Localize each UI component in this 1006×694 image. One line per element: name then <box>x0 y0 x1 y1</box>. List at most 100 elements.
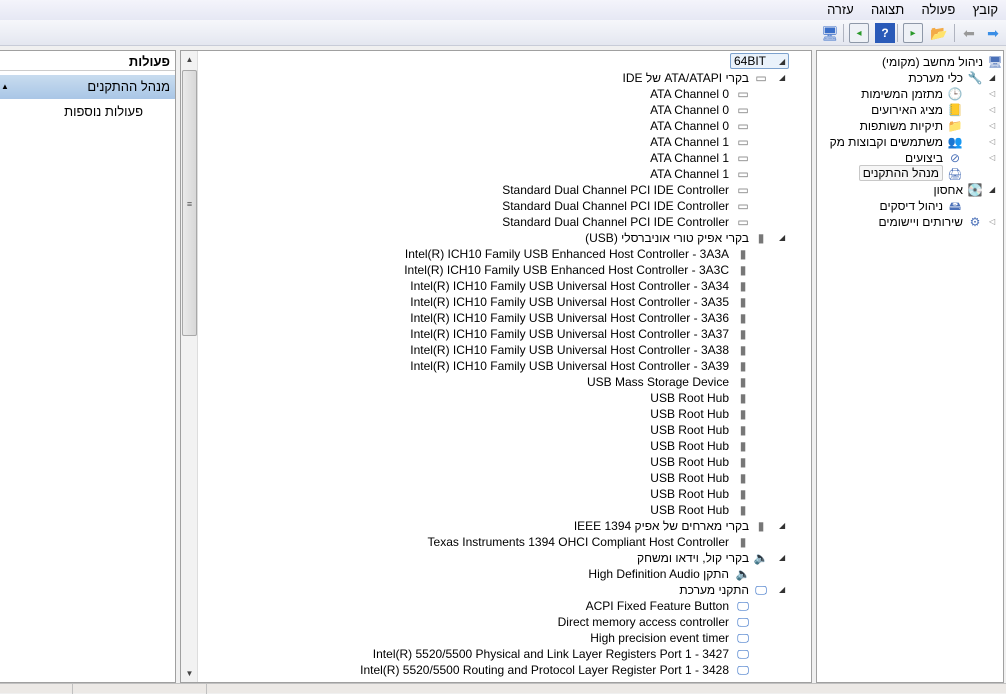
menu-view[interactable]: תצוגה <box>865 0 910 17</box>
forward-arrow-icon[interactable]: ⬅ <box>959 23 979 43</box>
device-item[interactable]: 🖵 Intel(R) 5520/5500 Physical and Link La… <box>201 646 811 662</box>
expander-open-icon[interactable]: ◢ <box>989 70 995 86</box>
device-item[interactable]: ▭ Standard Dual Channel PCI IDE Controlle… <box>201 198 811 214</box>
device-item[interactable]: ▭ ATA Channel 0 <box>201 118 811 134</box>
usb-icon: ▮ <box>739 439 747 453</box>
device-item[interactable]: ▮ Intel(R) ICH10 Family USB Universal Hos… <box>201 310 811 326</box>
device-item[interactable]: ▮ בקרי מארחים של אפיק IEEE 1394 ◢ <box>201 518 811 534</box>
scroll-down-arrow-icon[interactable]: ▼ <box>181 665 198 682</box>
device-item[interactable]: ▭ ATA Channel 0 <box>201 102 811 118</box>
device-item[interactable]: 🖳64BIT◢ <box>201 53 811 70</box>
expander-open-icon[interactable]: ◢ <box>779 70 785 86</box>
expander-open-icon[interactable]: ◢ <box>779 518 785 534</box>
device-item[interactable]: 🖵 Intel(R) 5520/5500 Routing and Protocol… <box>201 662 811 678</box>
device-item[interactable]: ▮ USB Root Hub <box>201 454 811 470</box>
device-item[interactable]: ▮ USB Root Hub <box>201 470 811 486</box>
nav-item[interactable]: 🖨 מנהל ההתקנים <box>817 165 1003 182</box>
device-item[interactable]: ▮ Intel(R) ICH10 Family USB Universal Hos… <box>201 294 811 310</box>
show-hide-action-pane-icon[interactable]: ◂ <box>849 23 869 43</box>
device-item[interactable]: 🔈 בקרי קול, וידאו ומשחק ◢ <box>201 550 811 566</box>
actions-section-device-manager[interactable]: מנהל ההתקנים ▲ <box>0 75 175 99</box>
device-item[interactable]: ▭ ATA Channel 0 <box>201 86 811 102</box>
nav-item[interactable]: 🕒 מתזמן המשימות ◁ <box>817 86 1003 102</box>
scroll-up-arrow-icon[interactable]: ▲ <box>181 51 198 68</box>
nav-item[interactable]: 📒 מציג האירועים ◁ <box>817 102 1003 118</box>
device-item[interactable]: ▮ Intel(R) ICH10 Family USB Universal Hos… <box>201 326 811 342</box>
device-label: Intel(R) 5520/5500 Routing and Protocol … <box>360 663 729 677</box>
device-item[interactable]: ▮ USB Root Hub <box>201 422 811 438</box>
device-label: Intel(R) ICH10 Family USB Universal Host… <box>410 279 729 293</box>
usb-icon: ▮ <box>739 375 747 389</box>
device-item[interactable]: 🖵 Direct memory access controller <box>201 614 811 630</box>
device-item[interactable]: 🔈 התקן High Definition Audio <box>201 566 811 582</box>
nav-item[interactable]: ⊘ ביצועים ◁ <box>817 150 1003 166</box>
device-item[interactable]: ▮ USB Root Hub <box>201 390 811 406</box>
device-tree: 🖳64BIT◢▭בקרי ATA/ATAPI של IDE◢▭ATA Chann… <box>180 50 812 683</box>
device-item[interactable]: ▮ Texas Instruments 1394 OHCI Compliant H… <box>201 534 811 550</box>
nav-item[interactable]: 📁 תיקיות משותפות ◁ <box>817 118 1003 134</box>
device-item[interactable]: ▮ בקרי אפיק טורי אוניברסלי (USB) ◢ <box>201 230 811 246</box>
expander-closed-icon[interactable]: ◁ <box>989 134 995 150</box>
device-item[interactable]: 🖵 High precision event timer <box>201 630 811 646</box>
device-item[interactable]: ▭ Standard Dual Channel PCI IDE Controlle… <box>201 214 811 230</box>
device-item[interactable]: ▮ USB Root Hub <box>201 438 811 454</box>
device-item[interactable]: ▮ USB Root Hub <box>201 406 811 422</box>
device-label: Intel(R) 5520/5500 Physical and Link Lay… <box>372 647 729 661</box>
device-item[interactable]: ▮ Intel(R) ICH10 Family USB Enhanced Host… <box>201 262 811 278</box>
device-item[interactable]: ▭ Standard Dual Channel PCI IDE Controlle… <box>201 182 811 198</box>
device-item[interactable]: 🖵 התקני מערכת ◢ <box>201 582 811 598</box>
expander-closed-icon[interactable]: ◁ <box>989 214 995 230</box>
device-item[interactable]: ▭ ATA Channel 1 <box>201 134 811 150</box>
expander-open-icon[interactable]: ◢ <box>779 54 785 70</box>
device-item[interactable]: ▮ Intel(R) ICH10 Family USB Universal Hos… <box>201 278 811 294</box>
scan-hardware-icon[interactable]: 🖥 <box>820 23 840 43</box>
usb-icon: ▮ <box>739 247 747 261</box>
users-icon: 👥 <box>947 135 963 149</box>
device-item[interactable]: ▭ ATA Channel 1 <box>201 166 811 182</box>
device-item[interactable]: ▮ Intel(R) ICH10 Family USB Universal Hos… <box>201 342 811 358</box>
nav-item[interactable]: 🔧 כלי מערכת ◢ <box>817 70 1003 86</box>
expander-open-icon[interactable]: ◢ <box>779 230 785 246</box>
menu-help[interactable]: עזרה <box>821 0 860 17</box>
nav-item[interactable]: 💽 אחסון ◢ <box>817 182 1003 198</box>
device-item[interactable]: 🖵 ACPI Fixed Feature Button <box>201 598 811 614</box>
menu-file[interactable]: קובץ <box>967 0 1004 17</box>
collapse-icon[interactable]: ▲ <box>1 75 9 99</box>
device-item[interactable]: ▮ USB Root Hub <box>201 486 811 502</box>
nav-item-label: מתזמן המשימות <box>861 87 943 101</box>
usb-icon: ▮ <box>739 391 747 405</box>
device-label: Intel(R) ICH10 Family USB Enhanced Host … <box>404 247 729 261</box>
expander-closed-icon[interactable]: ◁ <box>989 102 995 118</box>
nav-item[interactable]: 🖥 ניהול מחשב (מקומי) <box>817 54 1003 70</box>
speaker-icon: 🔈 <box>735 567 751 581</box>
device-item[interactable]: ▮ USB Root Hub <box>201 502 811 518</box>
nav-item[interactable]: ⚙ שירותים ויישומים ◁ <box>817 214 1003 230</box>
scroll-thumb[interactable]: ≡ <box>182 70 197 336</box>
device-item[interactable]: ▮ USB Mass Storage Device <box>201 374 811 390</box>
expander-open-icon[interactable]: ◢ <box>989 182 995 198</box>
up-folder-icon[interactable]: 📂 <box>929 23 949 43</box>
device-manager-icon: 🖨 <box>947 167 963 181</box>
expander-open-icon[interactable]: ◢ <box>779 550 785 566</box>
expander-closed-icon[interactable]: ◁ <box>989 118 995 134</box>
nav-item[interactable]: 👥 משתמשים וקבוצות מק ◁ <box>817 134 1003 150</box>
device-label: Intel(R) ICH10 Family USB Universal Host… <box>410 327 729 341</box>
more-actions-link[interactable]: פעולות נוספות <box>0 103 175 121</box>
menu-action[interactable]: פעולה <box>916 0 962 17</box>
expander-open-icon[interactable]: ◢ <box>779 582 785 598</box>
vertical-scrollbar[interactable]: ▲ ≡ ▼ <box>181 51 198 682</box>
device-label: ATA Channel 0 <box>650 119 729 133</box>
device-item[interactable]: ▮ Intel(R) ICH10 Family USB Enhanced Host… <box>201 246 811 262</box>
device-item[interactable]: ▭ ATA Channel 1 <box>201 150 811 166</box>
help-icon[interactable]: ? <box>875 23 895 43</box>
device-item[interactable]: ▮ Intel(R) ICH10 Family USB Universal Hos… <box>201 358 811 374</box>
storage-icon: 💽 <box>967 183 983 197</box>
ide-controller-icon: ▭ <box>737 183 749 197</box>
device-label: USB Root Hub <box>650 471 729 485</box>
device-item[interactable]: ▭ בקרי ATA/ATAPI של IDE ◢ <box>201 70 811 86</box>
expander-closed-icon[interactable]: ◁ <box>989 150 995 166</box>
nav-item[interactable]: 🖴 ניהול דיסקים <box>817 198 1003 214</box>
expander-closed-icon[interactable]: ◁ <box>989 86 995 102</box>
show-hide-tree-icon[interactable]: ▸ <box>903 23 923 43</box>
back-arrow-icon[interactable]: ➡ <box>983 23 1003 43</box>
